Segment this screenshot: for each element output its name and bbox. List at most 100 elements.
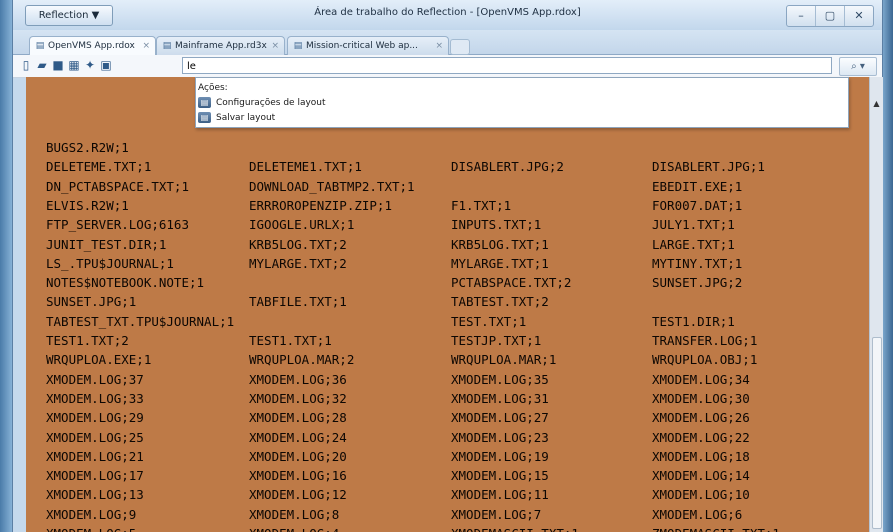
terminal-file-entry: TABTEST_TXT.TPU$JOURNAL;1 — [46, 313, 235, 329]
dropdown-item-layout-settings[interactable]: ▤ Configurações de layout — [198, 96, 326, 111]
terminal-file-entry: FOR007.DAT;1 — [652, 197, 743, 213]
terminal-file-entry: XMODEM.LOG;9 — [46, 506, 137, 522]
terminal-file-entry: XMODEM.LOG;14 — [652, 468, 750, 484]
close-button[interactable]: ✕ — [845, 6, 873, 26]
terminal-file-entry: XMODEM.LOG;15 — [451, 468, 549, 484]
tab-mission-critical-web[interactable]: ▤ Mission-critical Web ap... × — [287, 36, 449, 55]
maximize-button[interactable]: ▢ — [816, 6, 845, 26]
tab-close-icon[interactable]: × — [142, 37, 150, 55]
terminal-file-entry: DELETEME1.TXT;1 — [249, 159, 362, 175]
scroll-up-icon[interactable]: ▲ — [870, 99, 883, 108]
terminal-file-entry: WRQUPLOA.MAR;1 — [451, 352, 557, 368]
dropdown-header: Ações: — [198, 83, 228, 93]
terminal-file-entry: XMODEM.LOG;5 — [46, 526, 136, 532]
settings-icon[interactable]: ✦ — [83, 58, 97, 72]
new-tab-button[interactable] — [450, 39, 470, 55]
terminal-file-entry: XMODEM.LOG;34 — [652, 371, 750, 387]
scrollbar-thumb[interactable] — [872, 337, 882, 529]
terminal-screen[interactable]: BUGS2.R2W;1 DELETEME.TXT;1 DELETEME1.TXT;1… — [26, 77, 869, 532]
search-input[interactable]: le — [182, 57, 832, 74]
terminal-file-entry: XMODEM.LOG;12 — [249, 487, 347, 503]
print-icon[interactable]: ▦ — [67, 58, 81, 72]
terminal-file-entry: TABTEST.TXT;2 — [451, 294, 549, 310]
terminal-file-entry: XMODEM.LOG;21 — [46, 448, 144, 464]
terminal-file-entry: MYLARGE.TXT;1 — [451, 255, 549, 271]
open-icon[interactable]: ▰ — [35, 58, 49, 72]
terminal-file-entry: XMODEM.LOG;30 — [652, 390, 750, 406]
terminal-file-entry: XMODEM.LOG;10 — [652, 487, 750, 503]
layout-settings-icon: ▤ — [198, 97, 211, 108]
save-layout-icon: ▤ — [198, 112, 211, 123]
terminal-file-entry: TESTJP.TXT;1 — [451, 333, 542, 348]
terminal-file-entry: XMODEM.LOG;23 — [451, 429, 549, 445]
terminal-file-entry: MYLARGE.TXT;2 — [249, 255, 347, 271]
search-button[interactable]: ⌕ ▾ — [839, 57, 877, 76]
terminal-file-entry: XMODEM.LOG;18 — [652, 448, 750, 464]
tab-close-icon[interactable]: × — [271, 37, 279, 55]
terminal-file-entry: TEST.TXT;1 — [451, 313, 527, 329]
tab-label: Mission-critical Web ap... — [306, 41, 418, 51]
tab-mainframe-app[interactable]: ▤ Mainframe App.rd3x × — [156, 36, 285, 55]
dropdown-item-save-layout[interactable]: ▤ Salvar layout — [198, 111, 275, 126]
quick-access-toolbar: ▯ ▰ ■ ▦ ✦ ▣ le ⌕ ▾ — [13, 55, 882, 78]
search-suggestions-dropdown: Ações: ▤ Configurações de layout ▤ Salvar … — [195, 77, 849, 128]
terminal-file-entry: XMODEM.LOG;33 — [46, 390, 144, 406]
terminal-file-entry: XMODEM.LOG;26 — [652, 410, 750, 426]
terminal-file-entry: WRQUPLOA.MAR;2 — [249, 352, 355, 368]
terminal-file-entry: DELETEME.TXT;1 — [46, 159, 152, 175]
terminal-file-entry: DISABLERT.JPG;1 — [652, 159, 765, 175]
terminal-file-entry: XMODEM.LOG;32 — [249, 390, 347, 406]
vertical-scrollbar[interactable]: ▲ — [869, 77, 883, 532]
title-bar: Reflection ▼ Área de trabalho do Reflect… — [13, 0, 882, 30]
tab-label: OpenVMS App.rdox — [48, 41, 135, 51]
window-title: Área de trabalho do Reflection - [OpenVM… — [314, 7, 581, 18]
terminal-file-entry: XMODEMASCII.TXT;1 — [451, 526, 579, 532]
terminal-file-entry: XMODEM.LOG;6 — [652, 506, 743, 522]
terminal-file-entry: INPUTS.TXT;1 — [451, 217, 542, 233]
terminal-file-entry: EBEDIT.EXE;1 — [652, 178, 743, 194]
minimize-button[interactable]: – — [787, 6, 816, 26]
terminal-file-entry: FTP_SERVER.LOG;6163 — [46, 217, 189, 233]
terminal-file-entry: DISABLERT.JPG;2 — [451, 159, 564, 175]
layout-icon[interactable]: ▣ — [99, 58, 113, 72]
terminal-file-entry: XMODEM.LOG;7 — [451, 506, 542, 522]
terminal-file-entry: XMODEM.LOG;35 — [451, 371, 549, 387]
terminal-file-entry: SUNSET.JPG;1 — [46, 294, 137, 310]
terminal-file-entry: XMODEM.LOG;8 — [249, 506, 340, 522]
terminal-file-entry: ZMODEMASCII.TXT;1 — [652, 526, 780, 532]
dropdown-item-label: Salvar layout — [216, 113, 276, 123]
terminal-file-entry: MYTINY.TXT;1 — [652, 255, 743, 271]
terminal-file-entry: XMODEM.LOG;24 — [249, 429, 347, 445]
terminal-file-entry: TABFILE.TXT;1 — [249, 294, 347, 310]
terminal-file-entry: IGOOGLE.URLX;1 — [249, 217, 355, 233]
new-document-icon[interactable]: ▯ — [19, 58, 33, 72]
tab-openvms-app[interactable]: ▤ OpenVMS App.rdox × — [29, 36, 156, 56]
document-icon: ▤ — [162, 41, 172, 51]
terminal-file-entry: DOWNLOAD_TABTMP2.TXT;1 — [249, 178, 415, 194]
terminal-file-entry: BUGS2.R2W;1 — [46, 140, 129, 155]
terminal-file-entry: XMODEM.LOG;37 — [46, 371, 144, 387]
terminal-file-entry: JUNIT_TEST.DIR;1 — [46, 236, 167, 252]
terminal-file-entry: XMODEM.LOG;19 — [451, 448, 549, 464]
terminal-file-entry: KRB5LOG.TXT;2 — [249, 236, 347, 252]
tab-label: Mainframe App.rd3x — [175, 41, 267, 51]
terminal-file-entry: KRB5LOG.TXT;1 — [451, 236, 549, 252]
terminal-file-entry: LS_.TPU$JOURNAL;1 — [46, 255, 174, 271]
terminal-file-entry: XMODEM.LOG;27 — [451, 410, 549, 426]
terminal-file-entry: ELVIS.R2W;1 — [46, 197, 129, 213]
tab-close-icon[interactable]: × — [435, 37, 443, 55]
terminal-file-entry: TRANSFER.LOG;1 — [652, 333, 758, 348]
dropdown-item-label: Configurações de layout — [216, 98, 326, 108]
terminal-file-entry: F1.TXT;1 — [451, 197, 512, 213]
terminal-file-entry: XMODEM.LOG;16 — [249, 468, 347, 484]
save-icon[interactable]: ■ — [51, 58, 65, 72]
terminal-file-entry: TEST1.TXT;1 — [249, 333, 332, 348]
terminal-file-entry: NOTES$NOTEBOOK.NOTE;1 — [46, 275, 205, 291]
terminal-file-entry: XMODEM.LOG;20 — [249, 448, 347, 464]
terminal-file-entry: XMODEM.LOG;4 — [249, 526, 339, 532]
terminal-file-entry: XMODEM.LOG;17 — [46, 468, 144, 484]
terminal-file-entry: XMODEM.LOG;31 — [451, 390, 549, 406]
terminal-file-entry: LARGE.TXT;1 — [652, 236, 735, 252]
reflection-window: Reflection ▼ Área de trabalho do Reflect… — [12, 0, 883, 532]
terminal-file-entry: PCTABSPACE.TXT;2 — [451, 275, 572, 291]
